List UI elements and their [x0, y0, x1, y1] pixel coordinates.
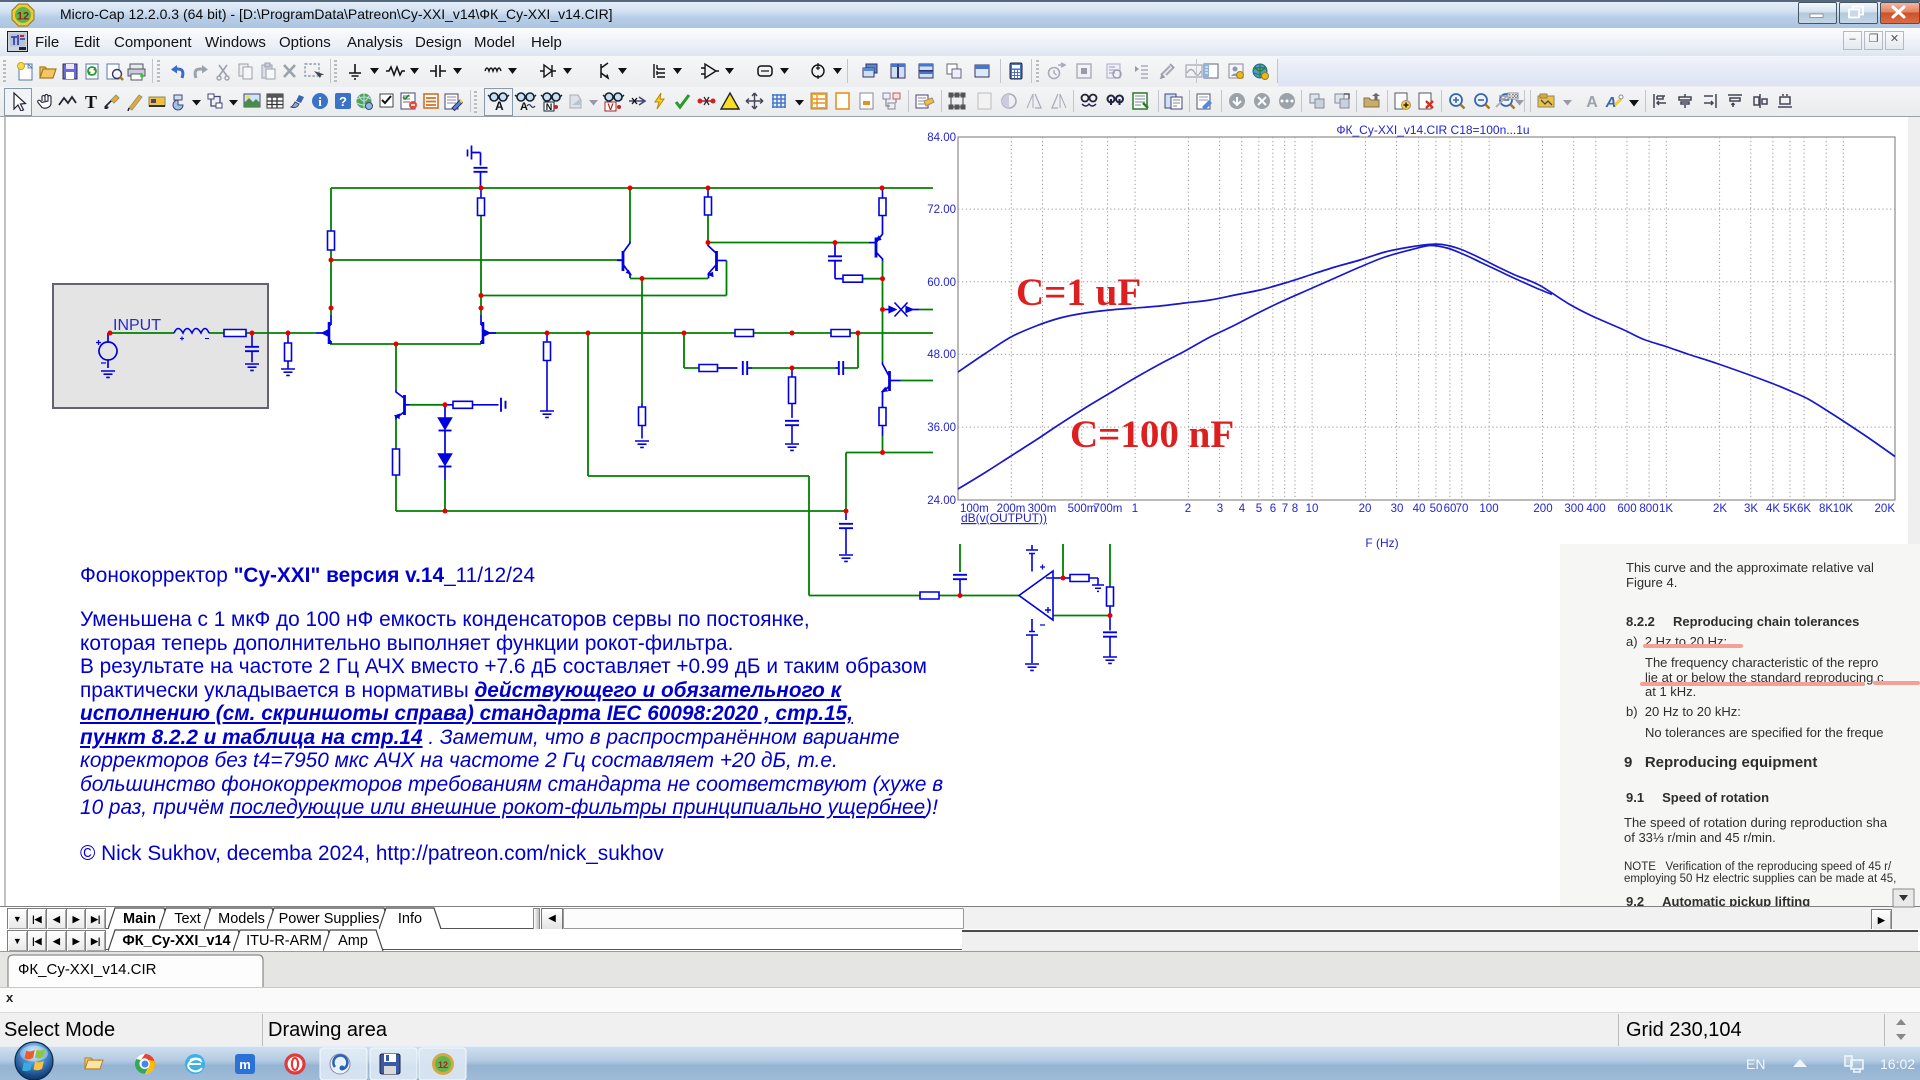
svg-text:20: 20 [1359, 503, 1372, 515]
svg-text:C=100 nF: C=100 nF [1070, 413, 1234, 456]
svg-text:F (Hz): F (Hz) [1365, 536, 1398, 550]
svg-text:C=1 uF: C=1 uF [1016, 271, 1141, 314]
svg-text:60.00: 60.00 [927, 277, 956, 289]
svg-text:8K: 8K [1819, 503, 1833, 515]
svg-text:400: 400 [1586, 503, 1605, 515]
svg-text:2K: 2K [1713, 503, 1727, 515]
svg-text:36.00: 36.00 [927, 422, 956, 434]
svg-text:3: 3 [1217, 503, 1223, 515]
svg-text:72.00: 72.00 [927, 204, 956, 216]
svg-text:24.00: 24.00 [927, 495, 956, 507]
svg-text:100: 100 [1479, 503, 1498, 515]
svg-text:4: 4 [1239, 503, 1246, 515]
svg-text:1K: 1K [1659, 503, 1673, 515]
svg-text:8: 8 [1292, 503, 1298, 515]
svg-text:dB(v(OUTPUT)): dB(v(OUTPUT)) [961, 511, 1047, 525]
svg-text:20K: 20K [1875, 503, 1896, 515]
svg-text:600: 600 [1617, 503, 1636, 515]
svg-text:6: 6 [1270, 503, 1276, 515]
svg-text:5: 5 [1256, 503, 1262, 515]
svg-text:4K: 4K [1766, 503, 1780, 515]
svg-text:800: 800 [1639, 503, 1658, 515]
svg-text:1: 1 [1132, 503, 1138, 515]
svg-text:300: 300 [1564, 503, 1583, 515]
svg-text:2: 2 [1185, 503, 1191, 515]
svg-text:5K: 5K [1783, 503, 1797, 515]
svg-text:10K: 10K [1833, 503, 1854, 515]
svg-text:50: 50 [1430, 503, 1443, 515]
svg-text:200: 200 [1533, 503, 1552, 515]
svg-text:700m: 700m [1094, 503, 1123, 515]
svg-text:6K: 6K [1797, 503, 1811, 515]
svg-text:84.00: 84.00 [927, 132, 956, 144]
svg-text:40: 40 [1413, 503, 1426, 515]
svg-text:48.00: 48.00 [927, 349, 956, 361]
svg-text:30: 30 [1391, 503, 1404, 515]
svg-text:60: 60 [1444, 503, 1457, 515]
svg-text:500m: 500m [1068, 503, 1097, 515]
svg-text:3K: 3K [1744, 503, 1758, 515]
svg-text:70: 70 [1456, 503, 1469, 515]
svg-text:7: 7 [1282, 503, 1288, 515]
svg-text:ФК_Cy-XXI_v14.CIR C18=100n...1: ФК_Cy-XXI_v14.CIR C18=100n...1u [1336, 123, 1529, 137]
svg-text:10: 10 [1306, 503, 1319, 515]
svg-text:INPUT: INPUT [113, 317, 161, 334]
